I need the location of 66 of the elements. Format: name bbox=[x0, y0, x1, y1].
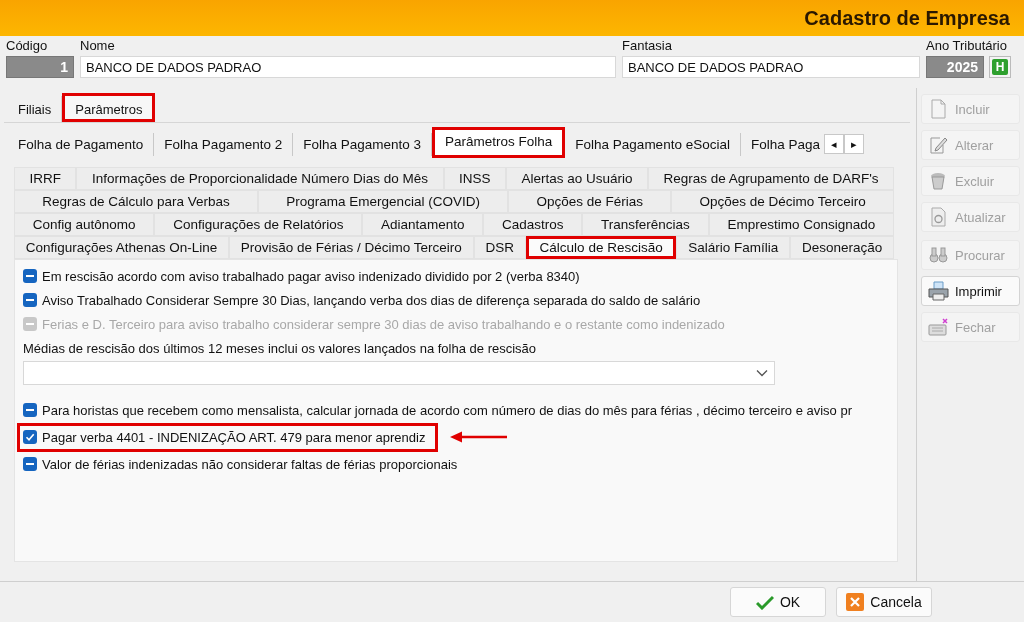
tab[interactable]: Salário Família bbox=[676, 236, 791, 259]
tab[interactable]: Alertas ao Usuário bbox=[506, 167, 649, 190]
checkbox[interactable] bbox=[23, 293, 37, 307]
keyboard-icon bbox=[928, 317, 949, 337]
pencil-icon bbox=[928, 135, 949, 155]
tab[interactable]: Regras de Agrupamento de DARF's bbox=[648, 167, 894, 190]
tab[interactable]: Configurações de Relatórios bbox=[154, 213, 363, 236]
tab[interactable]: Emprestimo Consignado bbox=[708, 213, 895, 236]
checkbox-label: Pagar verba 4401 - INDENIZAÇÃO ART. 479 para menor aprendiz bbox=[42, 429, 426, 445]
tab[interactable]: Cálculo de Rescisão bbox=[525, 236, 677, 259]
side-button[interactable]: Imprimir bbox=[921, 276, 1020, 306]
checkbox-label: Aviso Trabalhado Considerar Sempre 30 Dias, lançando verba dos dias de diferença separada do saldo de salário bbox=[42, 292, 701, 308]
field-label: Fantasia bbox=[622, 38, 673, 53]
tab[interactable]: Cadastros bbox=[483, 213, 583, 236]
tab[interactable]: Configurações Athenas On-Line bbox=[14, 236, 229, 259]
checkbox-label: Valor de férias indenizadas não considerar faltas de férias proporcionais bbox=[42, 456, 458, 472]
tab[interactable]: Adiantamento bbox=[362, 213, 484, 236]
field-label: Código bbox=[6, 38, 49, 53]
minus-icon bbox=[26, 323, 34, 325]
ok-button[interactable]: OK bbox=[730, 587, 826, 617]
tab[interactable]: Folha Pagamento eSocial bbox=[565, 132, 741, 156]
refresh-document-icon bbox=[928, 207, 949, 227]
window-title: Cadastro de Empresa bbox=[804, 6, 1010, 30]
minus-icon bbox=[26, 299, 34, 301]
checkbox[interactable] bbox=[23, 430, 37, 444]
field-label: Médias de rescisão dos últimos 12 meses inclui os valores lançados na folha de rescisão bbox=[23, 340, 537, 356]
tab[interactable]: Folha Paga bbox=[740, 132, 820, 156]
checkbox-label: Ferias e D. Terceiro para aviso trabalho considerar sempre 30 dias de aviso trabalhando e o restante como indenizado bbox=[42, 316, 725, 332]
document-icon bbox=[928, 99, 949, 119]
scroll-button[interactable]: ◂ bbox=[824, 134, 844, 154]
cancel-button[interactable]: Cancela bbox=[836, 587, 932, 617]
tab[interactable]: Desoneração bbox=[790, 236, 895, 259]
tab[interactable]: DSR bbox=[473, 236, 526, 259]
check-icon bbox=[755, 594, 774, 610]
minus-icon bbox=[26, 275, 34, 277]
text-field[interactable]: BANCO DE DADOS PADRAO bbox=[80, 56, 616, 78]
field-label: Ano Tributário bbox=[926, 38, 1008, 53]
tab[interactable]: Regras de Cálculo para Verbas bbox=[14, 190, 259, 213]
tab[interactable]: Programa Emergencial (COVID) bbox=[258, 190, 509, 213]
tab[interactable]: Provisão de Férias / Décimo Terceiro bbox=[229, 236, 474, 259]
tab[interactable]: Folha Pagamento 2 bbox=[154, 132, 294, 156]
printer-icon bbox=[928, 281, 949, 301]
checkbox[interactable] bbox=[23, 457, 37, 471]
chevron-down-icon bbox=[756, 369, 768, 377]
tab[interactable]: Opções de Décimo Terceiro bbox=[671, 190, 894, 213]
minus-icon bbox=[26, 409, 34, 411]
scroll-button[interactable]: ▸ bbox=[844, 134, 864, 154]
tab[interactable]: IRRF bbox=[14, 167, 77, 190]
minus-icon bbox=[26, 463, 34, 465]
tab[interactable]: Parâmetros Folha bbox=[432, 127, 566, 158]
cancel-icon bbox=[846, 593, 865, 611]
binoculars-icon bbox=[928, 245, 949, 265]
checkbox-label: Em rescisão acordo com aviso trabalhado pagar aviso indenizado dividido por 2 (verba 8340) bbox=[42, 268, 580, 284]
tab[interactable]: INSS bbox=[443, 167, 507, 190]
tab[interactable]: Config autônomo bbox=[14, 213, 155, 236]
tab[interactable]: Informações de Proporcionalidade Número Dias do Mês bbox=[76, 167, 444, 190]
text-field[interactable]: BANCO DE DADOS PADRAO bbox=[622, 56, 920, 78]
tab[interactable]: Parâmetros bbox=[62, 93, 156, 122]
tab[interactable]: Opções de Férias bbox=[508, 190, 672, 213]
checkbox-label: Para horistas que recebem como mensalista, calcular jornada de acordo com número de dias do mês para férias , décimo terceiro e aviso pr bbox=[42, 402, 852, 418]
tab[interactable]: Transferências bbox=[582, 213, 709, 236]
field-label: Nome bbox=[80, 38, 116, 53]
tab[interactable]: Folha de Pagamento bbox=[8, 132, 155, 156]
check-icon bbox=[25, 432, 35, 442]
checkbox[interactable] bbox=[23, 403, 37, 417]
checkbox[interactable] bbox=[23, 269, 37, 283]
